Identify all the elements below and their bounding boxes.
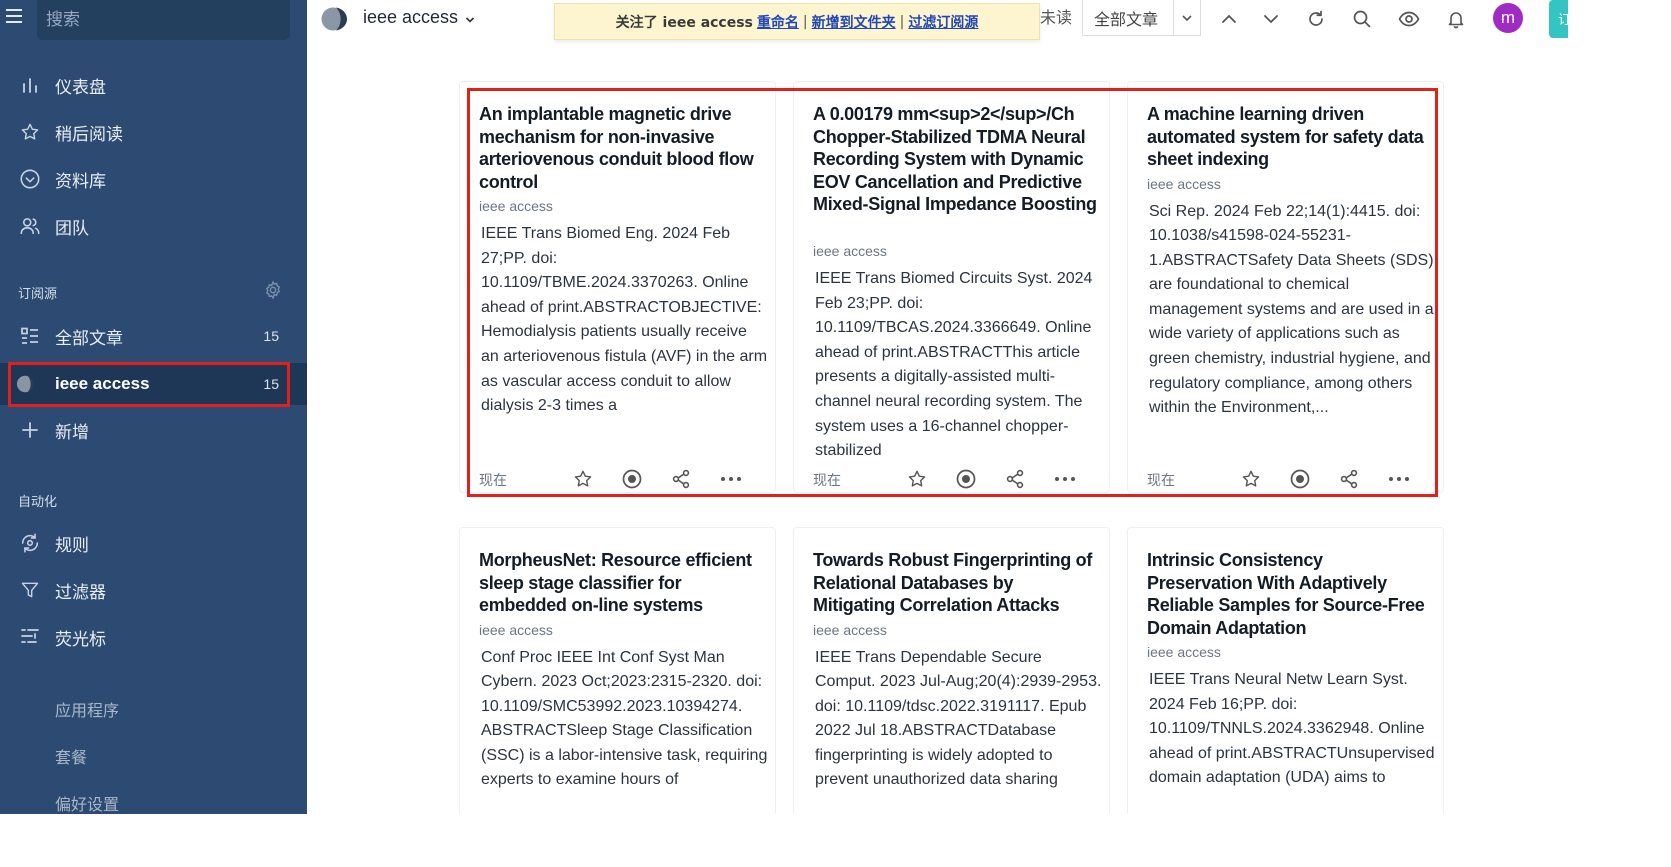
add-to-folder-link[interactable]: 新增到文件夹 [812, 12, 896, 32]
list-icon [19, 325, 41, 347]
chevron-down-icon[interactable] [1258, 6, 1284, 32]
nav-highlights[interactable]: 荧光标 [0, 617, 307, 657]
article-excerpt: Conf Proc IEEE Int Conf Syst Man Cybern.… [481, 648, 768, 789]
article-excerpt: IEEE Trans Dependable Secure Comput. 202… [815, 648, 1102, 789]
nav-label: 团队 [55, 218, 89, 239]
app-root: 仪表盘 稍后阅读 资料库 团队 订阅源 全 [0, 0, 1568, 814]
article-card[interactable]: Intrinsic Consistency Preservation With … [1127, 527, 1444, 814]
follow-toast: 关注了 ieee access 重命名 | 新增到文件夹 | 过滤订阅源 [554, 3, 1040, 40]
toast-separator: | [802, 13, 808, 30]
nav-label: 过滤器 [55, 582, 106, 603]
article-title[interactable]: MorpheusNet: Resource efficient sleep st… [479, 549, 764, 617]
refresh-icon[interactable] [1303, 6, 1329, 32]
filter-icon [19, 579, 41, 601]
unread-count: 15 [263, 328, 279, 344]
article-card[interactable]: MorpheusNet: Resource efficient sleep st… [459, 527, 776, 814]
toast-message: 关注了 ieee access [615, 14, 753, 31]
feed-add[interactable]: 新增 [0, 410, 307, 450]
article-source: ieee access [1147, 644, 1221, 660]
toast-separator: | [899, 13, 905, 30]
plus-icon [19, 419, 41, 441]
avatar[interactable]: m [1493, 3, 1523, 33]
search-box[interactable] [37, 0, 290, 40]
nav-filters[interactable]: 过滤器 [0, 570, 307, 610]
nav-read-later[interactable]: 稍后阅读 [0, 112, 307, 152]
search-input[interactable] [37, 0, 290, 40]
rules-icon [19, 532, 41, 554]
chevron-up-icon[interactable] [1216, 6, 1242, 32]
nav-label: 荧光标 [55, 629, 106, 650]
sidebar: 仪表盘 稍后阅读 资料库 团队 订阅源 全 [0, 0, 307, 814]
bar-chart-icon [19, 74, 41, 96]
subscribe-edge-button[interactable]: 订 [1549, 0, 1568, 38]
nav-label: 规则 [55, 535, 89, 556]
tab-unread[interactable]: 未读 [1040, 4, 1082, 34]
article-source: ieee access [813, 621, 887, 638]
nav-label: 稍后阅读 [55, 124, 123, 145]
filter-feed-link[interactable]: 过滤订阅源 [908, 12, 978, 32]
search-icon[interactable] [1349, 6, 1375, 32]
menu-icon[interactable] [6, 9, 22, 25]
feed-title[interactable]: ieee access [363, 7, 475, 29]
bell-icon[interactable] [1443, 6, 1469, 32]
nav-library[interactable]: 资料库 [0, 159, 307, 199]
nav-label: 仪表盘 [55, 77, 106, 98]
nav-preferences[interactable]: 偏好设置 [55, 791, 119, 814]
automation-section-title: 自动化 [18, 495, 58, 510]
nav-apps[interactable]: 应用程序 [55, 697, 119, 721]
highlight-box [467, 88, 1438, 497]
check-circle-icon [19, 168, 41, 190]
nav-label: 全部文章 [55, 328, 123, 349]
star-icon [19, 121, 41, 143]
article-title[interactable]: Towards Robust Fingerprinting of Relatio… [813, 549, 1098, 617]
top-bar: ieee access 未读 全部文章 关注了 ieee access 重命名 … [307, 0, 1568, 40]
view-select-value: 全部文章 [1094, 9, 1159, 29]
gear-icon[interactable] [263, 280, 283, 300]
feed-all-articles[interactable]: 全部文章 15 [0, 316, 307, 356]
chevron-down-icon [465, 8, 475, 29]
article-excerpt: IEEE Trans Neural Netw Learn Syst. 2024 … [1149, 671, 1435, 787]
nav-dashboard[interactable]: 仪表盘 [0, 65, 307, 105]
nav-team[interactable]: 团队 [0, 206, 307, 246]
eye-icon[interactable] [1396, 6, 1422, 32]
article-card[interactable]: Towards Robust Fingerprinting of Relatio… [793, 527, 1110, 814]
nav-plans[interactable]: 套餐 [55, 744, 87, 768]
feed-title-text: ieee access [363, 7, 459, 27]
sidebar-highlight-box [8, 362, 290, 407]
view-select[interactable]: 全部文章 [1082, 0, 1201, 36]
feed-logo-icon [321, 6, 349, 31]
rename-link[interactable]: 重命名 [757, 12, 799, 32]
nav-label: 新增 [55, 422, 89, 443]
article-source: ieee access [479, 621, 553, 638]
users-icon [19, 215, 41, 237]
article-title[interactable]: Intrinsic Consistency Preservation With … [1147, 549, 1432, 639]
chevron-down-icon[interactable] [1173, 0, 1200, 36]
nav-rules[interactable]: 规则 [0, 523, 307, 563]
feeds-section-title: 订阅源 [18, 287, 58, 302]
nav-label: 资料库 [55, 171, 106, 192]
highlighter-icon [19, 626, 41, 648]
